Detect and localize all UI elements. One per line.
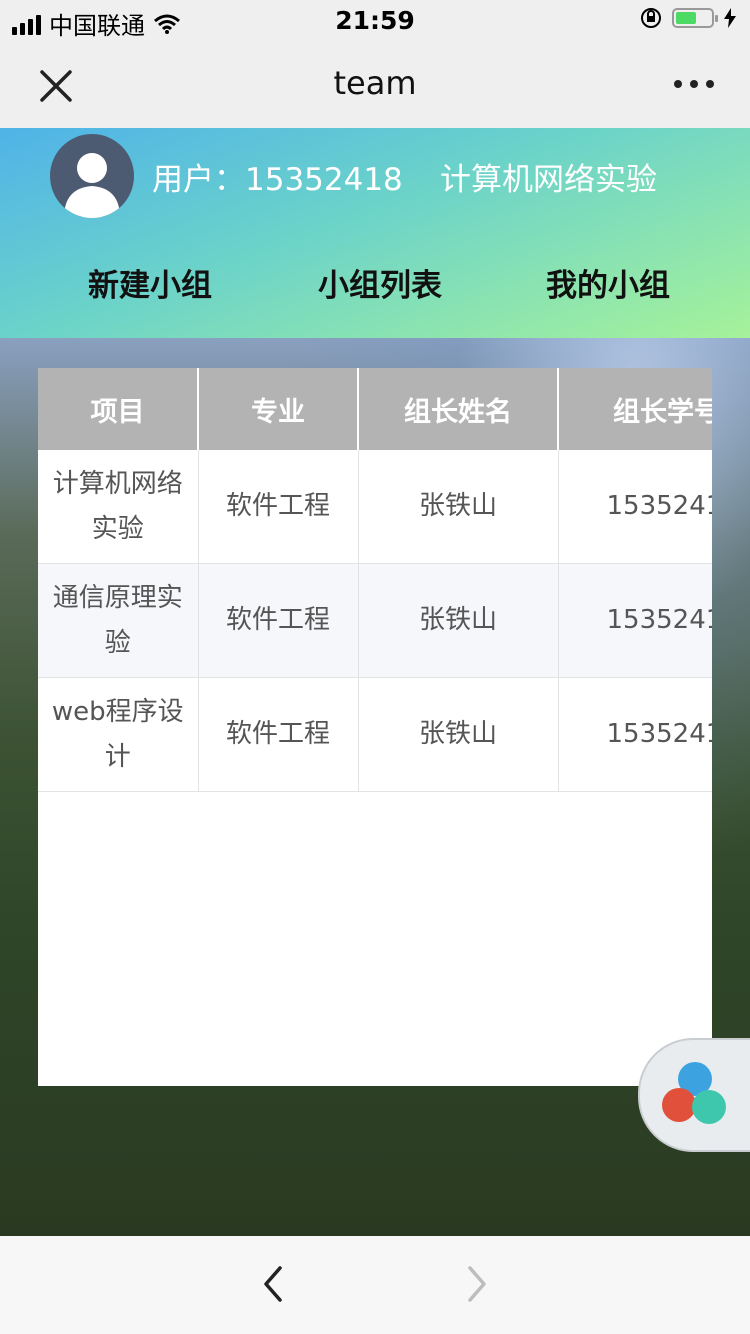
group-table-card: 项目 专业 组长姓名 组长学号 计算机网络实验 软件工程 张铁山 1535241… <box>38 368 712 1086</box>
column-header-leader-name: 组长姓名 <box>358 368 559 450</box>
cell-major: 软件工程 <box>198 563 359 678</box>
cell-leader-id: 1535241 <box>558 677 712 792</box>
tab-group-list[interactable]: 小组列表 <box>318 260 442 305</box>
rotation-lock-icon <box>641 8 661 28</box>
user-silhouette-icon <box>64 153 120 218</box>
app-badge-icon <box>662 1088 696 1122</box>
cell-leader-id: 1535241 <box>558 563 712 678</box>
chevron-right-icon[interactable] <box>460 1264 492 1304</box>
course-name: 计算机网络实验 <box>440 162 657 198</box>
more-icon[interactable] <box>674 80 714 88</box>
page-title: team <box>333 64 417 102</box>
cell-project: web程序设计 <box>38 677 199 792</box>
column-header-major: 专业 <box>198 368 359 450</box>
column-header-leader-id: 组长学号 <box>558 368 712 450</box>
user-id: 15352418 <box>245 162 403 198</box>
table-row[interactable]: web程序设计 软件工程 张铁山 1535241 <box>38 677 712 792</box>
status-time: 21:59 <box>335 6 415 35</box>
tab-my-groups[interactable]: 我的小组 <box>546 260 670 305</box>
user-label: 用户： <box>152 162 245 198</box>
tab-new-group[interactable]: 新建小组 <box>88 260 212 305</box>
battery-fill <box>676 12 696 24</box>
cell-major: 软件工程 <box>198 677 359 792</box>
cell-leader-id: 1535241 <box>558 450 712 564</box>
table-row[interactable]: 计算机网络实验 软件工程 张铁山 1535241 <box>38 450 712 564</box>
cell-leader: 张铁山 <box>358 450 559 564</box>
table-row[interactable]: 通信原理实验 软件工程 张铁山 1535241 <box>38 563 712 678</box>
group-table: 项目 专业 组长姓名 组长学号 计算机网络实验 软件工程 张铁山 1535241… <box>38 368 712 792</box>
cell-leader: 张铁山 <box>358 677 559 792</box>
charging-icon <box>724 8 736 28</box>
chevron-left-icon[interactable] <box>258 1264 290 1304</box>
status-right <box>640 7 736 29</box>
cell-leader: 张铁山 <box>358 563 559 678</box>
nav-bar: team <box>0 42 750 128</box>
user-info: 用户：15352418 <box>152 154 403 199</box>
floating-widget[interactable] <box>638 1038 750 1152</box>
bottom-nav-bar <box>0 1236 750 1334</box>
cell-project: 计算机网络实验 <box>38 450 199 564</box>
status-bar: 中国联通 21:59 <box>0 0 750 42</box>
cell-project: 通信原理实验 <box>38 563 199 678</box>
book-icon <box>692 1090 726 1124</box>
user-header: 用户：15352418 计算机网络实验 新建小组 小组列表 我的小组 <box>0 128 750 338</box>
column-header-project: 项目 <box>38 368 199 450</box>
battery-icon <box>672 8 718 28</box>
cell-major: 软件工程 <box>198 450 359 564</box>
table-header-row: 项目 专业 组长姓名 组长学号 <box>38 368 712 450</box>
avatar[interactable] <box>50 134 134 218</box>
